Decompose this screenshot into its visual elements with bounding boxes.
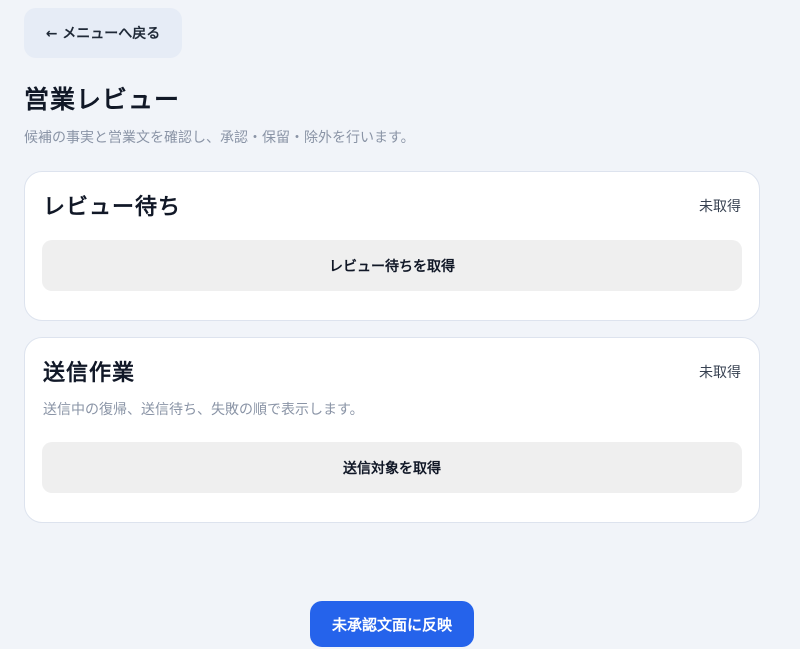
fetch-send-targets-button[interactable]: 送信対象を取得 bbox=[42, 442, 742, 493]
send-work-card: 送信作業 未取得 送信中の復帰、送信待ち、失敗の順で表示します。 送信対象を取得 bbox=[24, 337, 760, 523]
review-queue-card: レビュー待ち 未取得 レビュー待ちを取得 bbox=[24, 171, 760, 321]
fetch-review-queue-button[interactable]: レビュー待ちを取得 bbox=[42, 240, 742, 291]
apply-to-unapproved-button[interactable]: 未承認文面に反映 bbox=[310, 601, 474, 647]
send-work-status: 未取得 bbox=[699, 365, 741, 381]
back-to-menu-button[interactable]: ← メニューへ戻る bbox=[24, 8, 182, 58]
review-queue-title: レビュー待ち bbox=[43, 195, 182, 220]
page-title: 営業レビュー bbox=[24, 85, 181, 114]
send-work-title: 送信作業 bbox=[43, 361, 136, 386]
send-work-description: 送信中の復帰、送信待ち、失敗の順で表示します。 bbox=[43, 402, 364, 418]
page-subtitle: 候補の事実と営業文を確認し、承認・保留・除外を行います。 bbox=[24, 130, 415, 146]
review-queue-status: 未取得 bbox=[699, 199, 741, 215]
